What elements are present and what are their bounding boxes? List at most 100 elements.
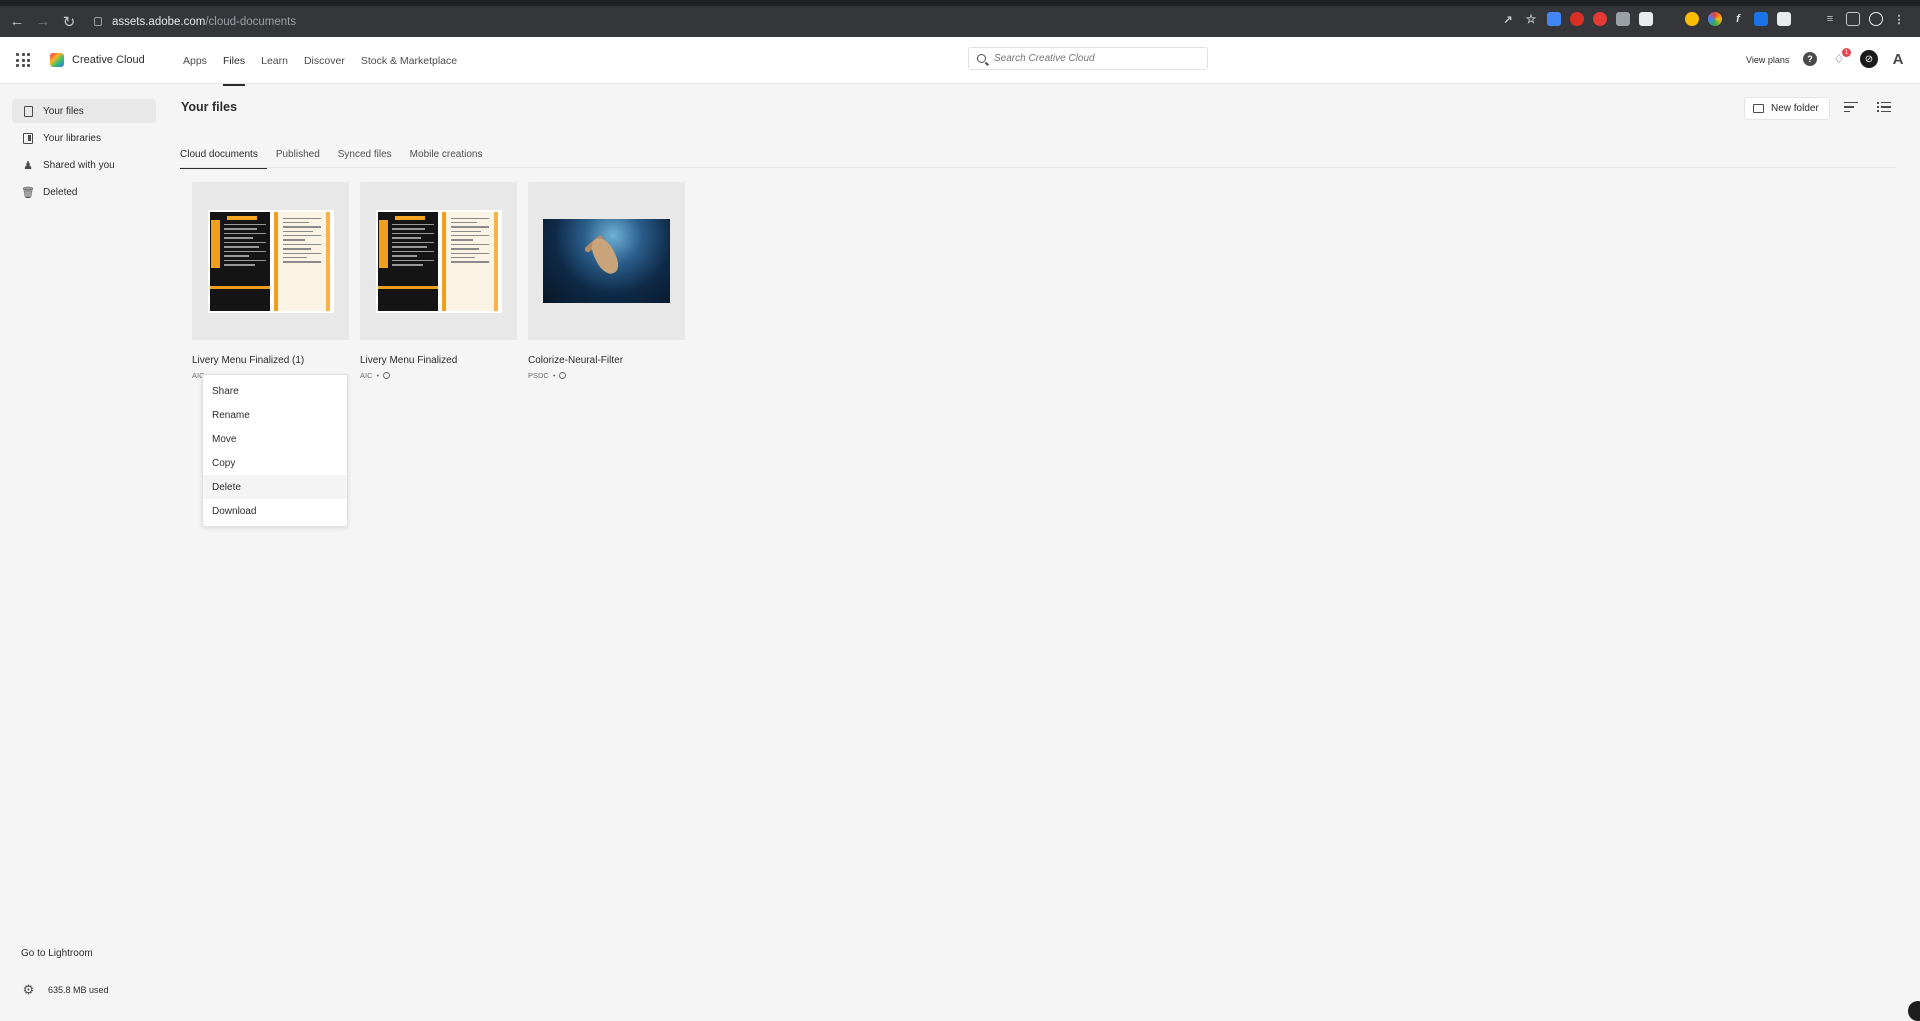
nav-apps[interactable]: Apps [175,37,215,84]
globe-icon [383,372,391,379]
menu-item-share[interactable]: Share [203,379,347,403]
search-input[interactable] [994,53,1194,64]
lock-icon [94,17,102,26]
page-title: Your files [181,100,238,114]
view-plans-link[interactable]: View plans [1746,55,1789,65]
translate-extension-icon[interactable] [1547,12,1561,26]
color-wheel-extension-icon[interactable] [1708,12,1722,26]
app-switcher-icon[interactable] [16,53,30,67]
share-icon[interactable]: ↗ [1501,12,1515,26]
font-extension-icon[interactable]: f [1731,12,1745,26]
shared-user-icon: ♟ [23,159,33,172]
menu-item-delete[interactable]: Delete [203,475,347,499]
globe-icon [559,372,567,379]
info-extension-icon[interactable] [1639,12,1653,26]
file-name[interactable]: Colorize-Neural-Filter [528,355,685,366]
nav-files[interactable]: Files [215,37,253,86]
brand-name[interactable]: Creative Cloud [72,54,145,66]
menu-kebab-icon[interactable]: ⋮ [1892,12,1906,26]
file-card[interactable]: Livery Menu Finalized (1) AIC [192,182,349,380]
sidebar-item-your-files[interactable]: Your files [12,99,156,123]
search-box[interactable] [968,47,1208,70]
forward-icon[interactable]: → [30,9,56,35]
sidebar-item-your-libraries[interactable]: Your libraries [12,126,156,150]
creative-cloud-logo-icon[interactable] [50,53,64,67]
browser-toolbar: ← → ↻ assets.adobe.com/cloud-documents ↗… [0,6,1920,37]
file-thumbnail[interactable] [528,182,685,340]
file-meta: PSDC • [528,371,685,380]
adobe-logo-icon[interactable]: A [1890,51,1906,68]
trash-icon: 🗑 [21,186,35,199]
adblock-extension-icon[interactable] [1593,12,1607,26]
download-extension-icon[interactable] [1754,12,1768,26]
sidebar-icon[interactable] [1846,12,1860,26]
file-name[interactable]: Livery Menu Finalized (1) [192,355,349,366]
file-thumbnail[interactable] [192,182,349,340]
menu-thumbnail-image [207,209,334,313]
notification-badge: 1 [1842,48,1851,57]
tp-extension-icon[interactable] [1662,12,1676,26]
sidebar-item-label: Your libraries [43,132,101,144]
menu-item-move[interactable]: Move [203,427,347,451]
back-icon[interactable]: ← [4,9,30,35]
file-type: AIC [360,371,373,380]
sidebar-item-deleted[interactable]: 🗑 Deleted [12,180,156,204]
avatar[interactable]: ⊘ [1860,50,1878,68]
app-header: Creative Cloud Apps Files Learn Discover… [0,37,1920,86]
gear-icon[interactable]: ⚙ [22,982,35,997]
new-folder-button[interactable]: New folder [1744,97,1830,120]
tab-mobile-creations[interactable]: Mobile creations [401,140,492,168]
sidebar: Your files Your libraries ♟ Shared with … [12,99,156,207]
menu-item-rename[interactable]: Rename [203,403,347,427]
file-card[interactable]: Colorize-Neural-Filter PSDC • [528,182,685,380]
bookmark-star-icon[interactable]: ☆ [1524,12,1538,26]
profile-icon[interactable] [1869,12,1883,26]
list-view-icon[interactable] [1877,101,1891,116]
address-bar[interactable]: assets.adobe.com/cloud-documents [94,16,296,28]
notification-bell-icon[interactable]: ♢ 1 [1832,48,1851,66]
file-card[interactable]: Livery Menu Finalized AIC • [360,182,517,380]
menu-item-download[interactable]: Download [203,499,347,523]
help-icon[interactable]: ? [1803,52,1817,66]
extension-toolbar: ↗ ☆ f ≡ ⋮ [1501,12,1906,26]
sidebar-item-label: Deleted [43,186,78,198]
sidebar-item-label: Shared with you [43,159,115,171]
sort-icon[interactable] [1844,102,1860,116]
camera-extension-icon[interactable] [1616,12,1630,26]
file-tabs: Cloud documents Published Synced files M… [180,140,492,169]
sidebar-item-shared-with-you[interactable]: ♟ Shared with you [12,153,156,177]
red-extension-icon[interactable] [1570,12,1584,26]
url-path: /cloud-documents [205,15,297,28]
new-folder-icon [1753,104,1764,113]
go-to-lightroom-link[interactable]: Go to Lightroom [21,948,93,959]
file-meta: AIC • [360,371,517,380]
nav-learn[interactable]: Learn [253,37,296,84]
file-icon [22,105,34,117]
library-icon [22,132,34,144]
menu-thumbnail-image [375,209,502,313]
reading-list-icon[interactable]: ≡ [1823,12,1837,26]
underwater-photo-thumbnail [543,219,670,303]
storage-used-text: 635.8 MB used [48,984,109,995]
tab-published[interactable]: Published [267,140,329,168]
new-folder-label: New folder [1771,103,1819,114]
top-navigation: Apps Files Learn Discover Stock & Market… [175,37,465,86]
tabs-divider [180,167,1896,168]
file-thumbnail[interactable] [360,182,517,340]
file-name[interactable]: Livery Menu Finalized [360,355,517,366]
chat-help-button[interactable] [1908,1001,1920,1021]
tab-synced-files[interactable]: Synced files [329,140,401,168]
search-icon [977,54,986,63]
url-host: assets.adobe.com [112,15,206,28]
nav-stock-marketplace[interactable]: Stock & Marketplace [353,37,465,84]
colorful-extension-icon[interactable] [1685,12,1699,26]
puzzle-extensions-icon[interactable] [1800,12,1814,26]
m-extension-icon[interactable] [1777,12,1791,26]
tab-cloud-documents[interactable]: Cloud documents [180,140,267,169]
nav-discover[interactable]: Discover [296,37,353,84]
storage-status: ⚙ 635.8 MB used [22,982,109,997]
menu-item-copy[interactable]: Copy [203,451,347,475]
file-context-menu: Share Rename Move Copy Delete Download [202,374,348,527]
file-type: PSDC [528,371,549,380]
reload-icon[interactable]: ↻ [56,9,82,35]
